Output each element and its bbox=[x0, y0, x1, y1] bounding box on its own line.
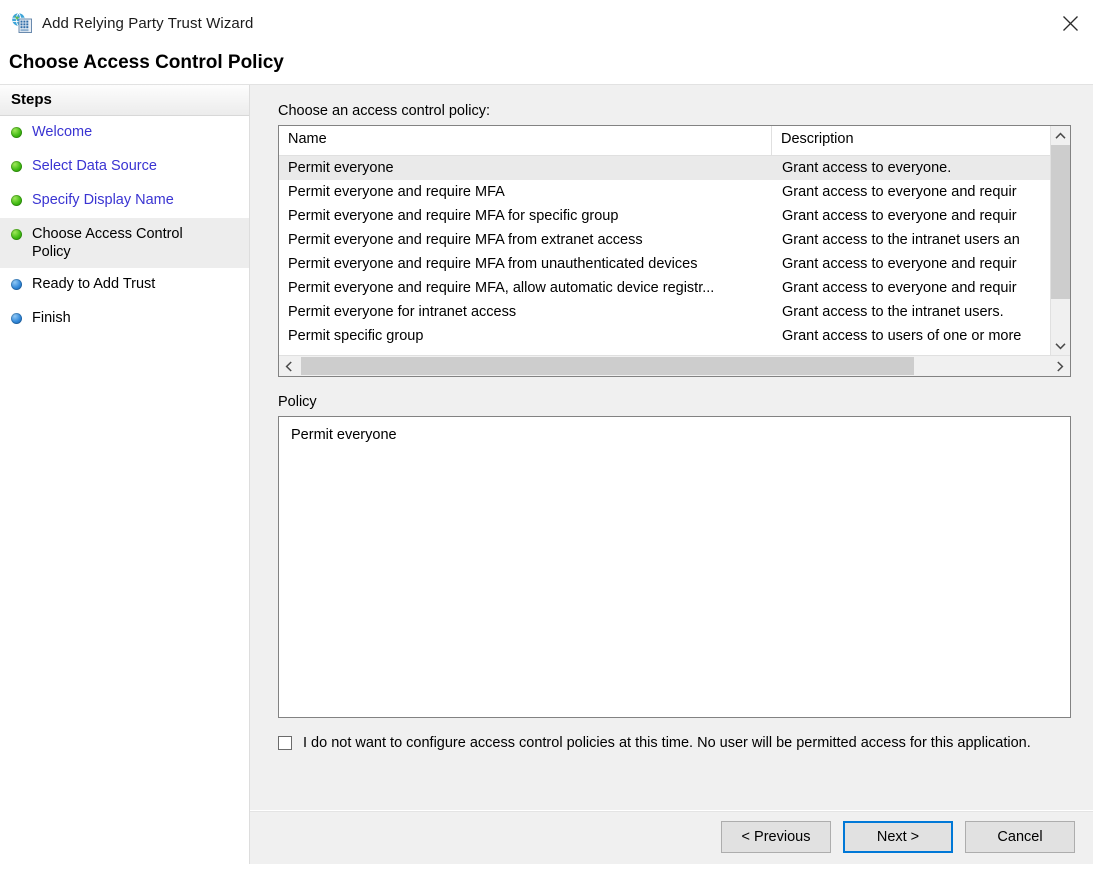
steps-header: Steps bbox=[0, 85, 249, 116]
policy-value: Permit everyone bbox=[291, 427, 397, 443]
page-title: Choose Access Control Policy bbox=[0, 46, 1093, 84]
cell-description: Grant access to everyone and requir bbox=[782, 280, 1017, 296]
sidebar-item-specify-display-name[interactable]: Specify Display Name bbox=[0, 184, 249, 218]
cell-name: Permit everyone bbox=[288, 160, 394, 176]
sidebar-item-select-data-source[interactable]: Select Data Source bbox=[0, 150, 249, 184]
cell-description: Grant access to everyone and requir bbox=[782, 208, 1017, 224]
window-title: Add Relying Party Trust Wizard bbox=[42, 14, 254, 32]
cell-description: Grant access to the intranet users an bbox=[782, 232, 1020, 248]
policy-label: Policy bbox=[278, 394, 317, 410]
sidebar-item-label: Select Data Source bbox=[32, 158, 157, 174]
cell-name: Permit everyone and require MFA from ext… bbox=[288, 232, 643, 248]
sidebar-item-label: Ready to Add Trust bbox=[32, 276, 156, 292]
cell-name: Permit everyone and require MFA, allow a… bbox=[288, 280, 715, 296]
steps-sidebar: Steps Welcome Select Data Source Specify… bbox=[0, 85, 250, 864]
access-control-policy-list[interactable]: Name Description Permit everyone Grant a… bbox=[278, 125, 1071, 377]
table-row[interactable]: Permit everyone and require MFA from una… bbox=[279, 252, 1050, 276]
chevron-down-icon[interactable] bbox=[1051, 336, 1070, 355]
table-row[interactable]: Permit everyone for intranet access Gran… bbox=[279, 300, 1050, 324]
step-bullet-current-icon bbox=[11, 229, 22, 240]
footer-bar: < Previous Next > Cancel bbox=[250, 810, 1093, 864]
relying-party-trust-icon bbox=[11, 12, 33, 34]
chevron-right-icon[interactable] bbox=[1050, 356, 1070, 376]
step-bullet-pending-icon bbox=[11, 313, 22, 324]
cell-name: Permit everyone and require MFA bbox=[288, 184, 505, 200]
step-bullet-pending-icon bbox=[11, 279, 22, 290]
sidebar-item-label: Finish bbox=[32, 310, 71, 326]
column-header-name[interactable]: Name bbox=[279, 126, 772, 155]
cell-name: Permit everyone and require MFA from una… bbox=[288, 256, 698, 272]
sidebar-item-finish[interactable]: Finish bbox=[0, 302, 249, 336]
chevron-left-icon[interactable] bbox=[279, 356, 299, 376]
step-bullet-completed-icon bbox=[11, 195, 22, 206]
table-row[interactable]: Permit everyone and require MFA from ext… bbox=[279, 228, 1050, 252]
cell-description: Grant access to the intranet users. bbox=[782, 304, 1004, 320]
chevron-up-icon[interactable] bbox=[1051, 126, 1070, 145]
cell-name: Permit specific group bbox=[288, 328, 424, 344]
no-policy-checkbox-row[interactable]: I do not want to configure access contro… bbox=[278, 734, 1071, 753]
main-panel: Choose an access control policy: Name De… bbox=[250, 85, 1093, 864]
close-icon[interactable] bbox=[1047, 0, 1093, 46]
vertical-scrollbar-thumb[interactable] bbox=[1051, 145, 1070, 299]
cell-name: Permit everyone and require MFA for spec… bbox=[288, 208, 619, 224]
step-bullet-completed-icon bbox=[11, 127, 22, 138]
wizard-body: Steps Welcome Select Data Source Specify… bbox=[0, 85, 1093, 864]
list-label: Choose an access control policy: bbox=[278, 103, 490, 119]
footer-divider bbox=[250, 811, 1093, 812]
table-row[interactable]: Permit everyone and require MFA, allow a… bbox=[279, 276, 1050, 300]
column-header-description[interactable]: Description bbox=[772, 126, 1070, 155]
previous-button[interactable]: < Previous bbox=[721, 821, 831, 853]
next-button[interactable]: Next > bbox=[843, 821, 953, 853]
content-area: Choose an access control policy: Name De… bbox=[250, 85, 1093, 810]
list-rows: Permit everyone Grant access to everyone… bbox=[279, 156, 1050, 355]
sidebar-item-welcome[interactable]: Welcome bbox=[0, 116, 249, 150]
sidebar-item-label: Specify Display Name bbox=[32, 192, 174, 208]
sidebar-item-ready-to-add-trust[interactable]: Ready to Add Trust bbox=[0, 268, 249, 302]
sidebar-item-label: Choose Access Control Policy bbox=[32, 226, 183, 260]
horizontal-scrollbar-thumb[interactable] bbox=[301, 357, 914, 375]
list-header-row: Name Description bbox=[279, 126, 1070, 156]
cell-name: Permit everyone for intranet access bbox=[288, 304, 517, 320]
cell-description: Grant access to everyone and requir bbox=[782, 256, 1017, 272]
policy-preview: Permit everyone bbox=[278, 416, 1071, 718]
cancel-button[interactable]: Cancel bbox=[965, 821, 1075, 853]
list-vertical-scrollbar[interactable] bbox=[1050, 126, 1070, 355]
no-policy-checkbox-label: I do not want to configure access contro… bbox=[303, 735, 1031, 751]
table-row[interactable]: Permit everyone Grant access to everyone… bbox=[279, 156, 1050, 180]
list-horizontal-scrollbar[interactable] bbox=[279, 355, 1070, 376]
wizard-buttons: < Previous Next > Cancel bbox=[721, 821, 1075, 853]
cell-description: Grant access to users of one or more bbox=[782, 328, 1022, 344]
step-bullet-completed-icon bbox=[11, 161, 22, 172]
sidebar-item-choose-access-control-policy[interactable]: Choose Access Control Policy bbox=[0, 218, 249, 268]
no-policy-checkbox[interactable] bbox=[278, 736, 292, 750]
sidebar-item-label: Welcome bbox=[32, 124, 93, 140]
title-bar: Add Relying Party Trust Wizard bbox=[0, 0, 1093, 46]
table-row[interactable]: Permit everyone and require MFA Grant ac… bbox=[279, 180, 1050, 204]
table-row[interactable]: Permit specific group Grant access to us… bbox=[279, 324, 1050, 348]
table-row[interactable]: Permit everyone and require MFA for spec… bbox=[279, 204, 1050, 228]
cell-description: Grant access to everyone and requir bbox=[782, 184, 1017, 200]
cell-description: Grant access to everyone. bbox=[782, 160, 952, 176]
